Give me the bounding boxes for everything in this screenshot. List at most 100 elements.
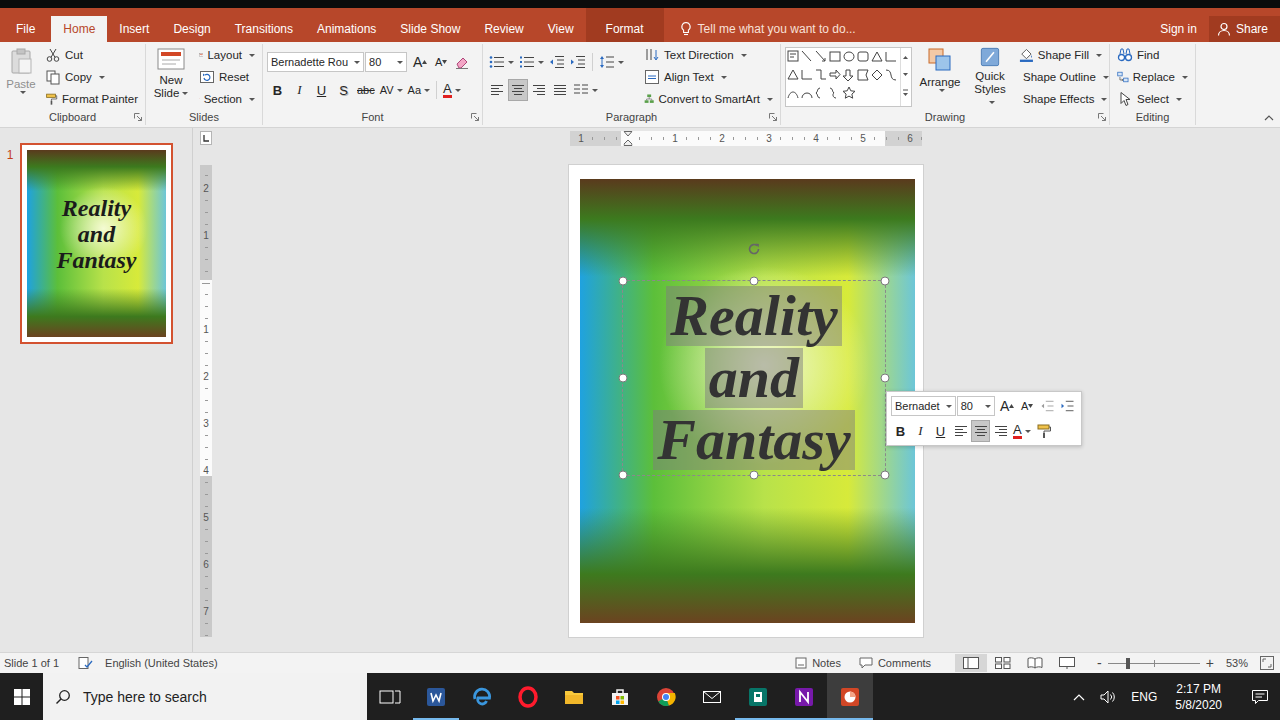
taskbar-app[interactable] <box>505 673 551 720</box>
resize-handle[interactable] <box>619 277 628 286</box>
clipboard-button[interactable]: Copy <box>42 66 141 88</box>
resize-handle[interactable] <box>750 277 759 286</box>
align-button[interactable] <box>971 420 990 442</box>
notes-button[interactable]: Notes <box>795 657 841 669</box>
taskbar-app[interactable] <box>413 673 459 720</box>
scroll-up-icon[interactable] <box>901 48 910 66</box>
view-button[interactable] <box>1019 654 1051 672</box>
clipboard-button[interactable]: Cut <box>42 44 141 66</box>
format-button[interactable]: U <box>311 79 332 101</box>
collapse-ribbon-icon[interactable] <box>1264 114 1274 121</box>
speaker-icon[interactable] <box>1099 689 1117 705</box>
shrink-font-button[interactable]: A <box>1018 395 1037 417</box>
zoom-in-button[interactable]: + <box>1206 656 1214 670</box>
sign-in-link[interactable]: Sign in <box>1148 16 1209 42</box>
paragraph-button[interactable]: Text Direction <box>641 44 776 66</box>
new-slide-button[interactable]: New Slide <box>150 44 192 109</box>
indent-marker-icon[interactable] <box>624 131 633 146</box>
decrease-indent-button[interactable] <box>1038 395 1057 417</box>
show-hidden-icons-icon[interactable] <box>1073 693 1085 701</box>
taskbar-app[interactable] <box>597 673 643 720</box>
scroll-down-icon[interactable] <box>901 66 910 84</box>
ribbon-tab[interactable]: Insert <box>107 16 161 42</box>
title-text-line[interactable]: and <box>705 348 803 408</box>
font-size-box[interactable]: 80 <box>365 52 407 72</box>
format-button[interactable]: S <box>333 79 354 101</box>
clear-formatting-button[interactable] <box>452 51 472 73</box>
align-button[interactable] <box>550 79 570 101</box>
share-button[interactable]: Share <box>1209 16 1280 42</box>
editing-button[interactable]: Replace <box>1114 66 1191 88</box>
ribbon-tab[interactable]: Animations <box>305 16 388 42</box>
action-center-button[interactable] <box>1240 673 1280 720</box>
slides-button[interactable]: Section <box>196 88 258 110</box>
dialog-launcher-icon[interactable] <box>769 113 777 121</box>
format-button[interactable]: I <box>289 79 310 101</box>
resize-handle[interactable] <box>750 471 759 480</box>
ribbon-tab[interactable]: Transitions <box>223 16 305 42</box>
font-name-box[interactable]: Bernadet <box>891 396 956 416</box>
resize-handle[interactable] <box>881 471 890 480</box>
ribbon-tab[interactable]: Review <box>472 16 535 42</box>
align-button[interactable] <box>487 79 507 101</box>
format-button[interactable]: U <box>931 420 950 442</box>
shape-format-button[interactable]: Shape Outline <box>1016 66 1105 88</box>
language-indicator[interactable]: English (United States) <box>105 657 218 669</box>
slide-thumbnail[interactable]: RealityandFantasy <box>20 143 173 344</box>
ribbon-tab[interactable]: Design <box>161 16 222 42</box>
title-text-line[interactable]: Reality <box>666 286 842 346</box>
view-button[interactable] <box>987 654 1019 672</box>
taskbar-app[interactable] <box>643 673 689 720</box>
font-name-box[interactable]: Bernadette Rou <box>267 52 364 72</box>
shape-format-button[interactable]: Shape Fill <box>1016 44 1105 66</box>
taskbar-app[interactable] <box>459 673 505 720</box>
taskbar-app[interactable] <box>367 673 413 720</box>
dialog-launcher-icon[interactable] <box>1098 113 1106 121</box>
align-button[interactable] <box>529 79 549 101</box>
zoom-slider[interactable] <box>1108 663 1200 664</box>
decrease-indent-button[interactable] <box>547 51 567 73</box>
title-text-line[interactable]: Fantasy <box>653 410 854 470</box>
dialog-launcher-icon[interactable] <box>471 113 479 121</box>
paragraph-button[interactable]: Align Text <box>641 66 776 88</box>
numbering-button[interactable] <box>517 51 546 73</box>
format-button[interactable]: B <box>267 79 288 101</box>
clock[interactable]: 2:17 PM5/8/2020 <box>1171 681 1226 713</box>
slides-button[interactable]: Reset <box>196 66 258 88</box>
arrange-button[interactable]: Arrange <box>916 44 964 109</box>
format-button[interactable]: B <box>891 420 910 442</box>
rotate-handle-icon[interactable] <box>746 241 762 257</box>
format-button[interactable]: AV <box>378 79 405 101</box>
ribbon-tab[interactable]: Slide Show <box>388 16 472 42</box>
format-button[interactable]: Aa <box>406 79 432 101</box>
dialog-launcher-icon[interactable] <box>134 113 142 121</box>
more-icon[interactable] <box>901 84 910 102</box>
ribbon-tab[interactable]: Format <box>586 8 664 42</box>
shrink-font-button[interactable]: A <box>431 51 451 73</box>
fit-to-window-icon[interactable] <box>1260 656 1274 670</box>
clipboard-button[interactable]: Format Painter <box>42 88 141 110</box>
taskbar-app[interactable] <box>827 673 873 720</box>
bullets-button[interactable] <box>487 51 516 73</box>
editing-button[interactable]: Find <box>1114 44 1191 66</box>
grow-font-button[interactable]: A <box>410 51 430 73</box>
tab-selector[interactable] <box>200 131 212 145</box>
ribbon-tab[interactable]: Home <box>51 16 107 42</box>
spell-check-icon[interactable] <box>77 656 93 670</box>
view-button[interactable] <box>1051 654 1083 672</box>
taskbar-app[interactable] <box>781 673 827 720</box>
columns-button[interactable] <box>571 79 600 101</box>
increase-indent-button[interactable] <box>568 51 588 73</box>
resize-handle[interactable] <box>619 374 628 383</box>
format-button[interactable]: abc <box>355 79 377 101</box>
zoom-out-button[interactable]: - <box>1097 656 1102 670</box>
taskbar-app[interactable] <box>735 673 781 720</box>
align-button[interactable] <box>951 420 970 442</box>
grow-font-button[interactable]: A <box>998 395 1017 417</box>
view-button[interactable] <box>955 654 987 672</box>
font-color-button[interactable]: A <box>1011 420 1033 442</box>
increase-indent-button[interactable] <box>1058 395 1077 417</box>
slides-button[interactable]: Layout <box>196 44 258 66</box>
resize-handle[interactable] <box>619 471 628 480</box>
zoom-level[interactable]: 53% <box>1226 657 1248 669</box>
